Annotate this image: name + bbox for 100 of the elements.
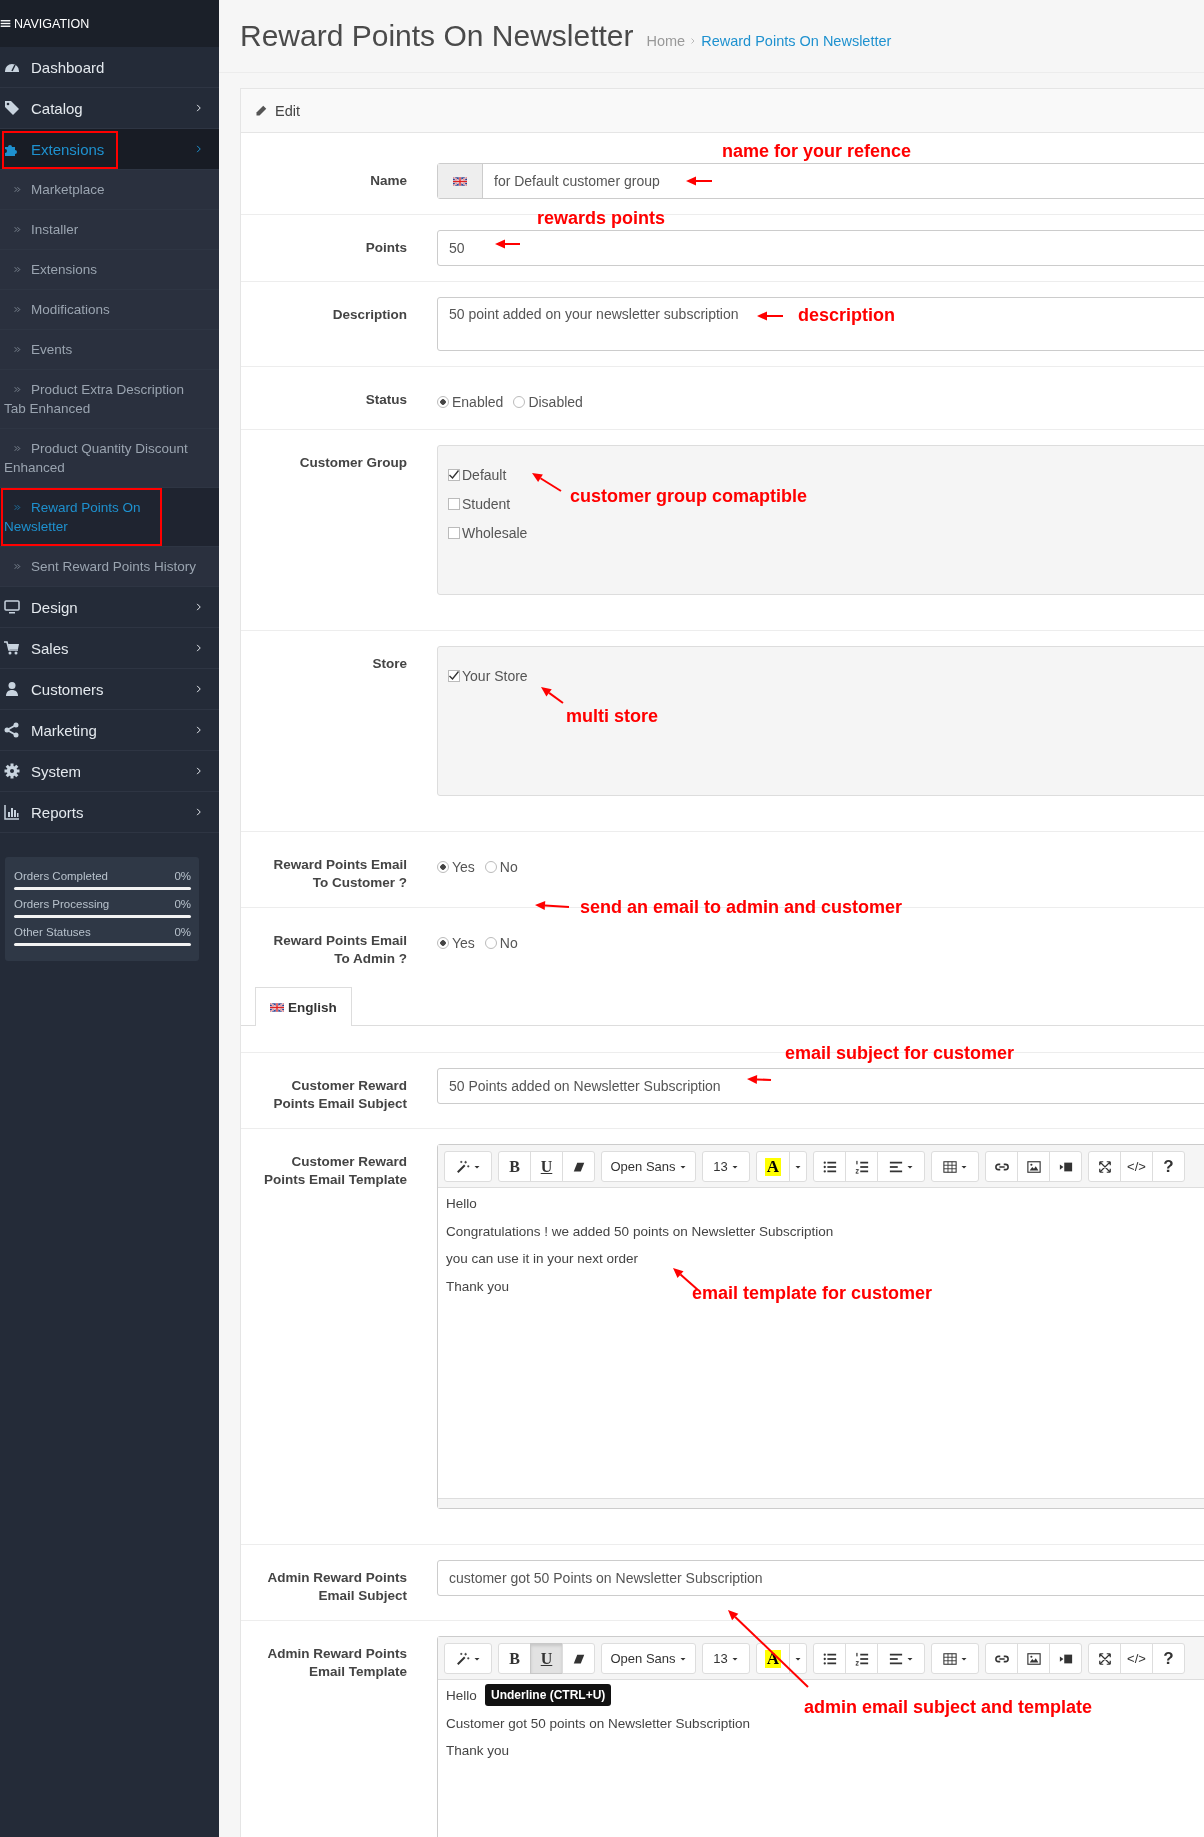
menu-icon <box>0 18 11 29</box>
numbered-list-button[interactable] <box>845 1643 878 1674</box>
language-tab[interactable]: English <box>255 987 352 1026</box>
cart-icon <box>4 640 20 656</box>
bulleted-list-button[interactable] <box>813 1151 846 1182</box>
color-dropdown[interactable] <box>789 1151 807 1182</box>
fullscreen-button[interactable] <box>1088 1151 1121 1182</box>
help-button[interactable]: ? <box>1152 1151 1185 1182</box>
checkbox[interactable] <box>448 468 460 481</box>
align-button[interactable] <box>877 1643 925 1674</box>
chevron-icon <box>194 766 204 776</box>
font-dropdown[interactable]: Open Sans <box>601 1151 696 1182</box>
field-label: Customer Group <box>298 454 407 472</box>
annotation-text: name for your refence <box>722 140 912 162</box>
stat-label: Orders Completed <box>14 870 108 882</box>
numbered-list-icon <box>854 1651 869 1666</box>
pencil-icon <box>255 104 267 117</box>
radio-button[interactable] <box>513 396 526 408</box>
font-dropdown[interactable]: Open Sans <box>601 1643 696 1674</box>
radio-button[interactable] <box>484 937 497 949</box>
stat-value: 0% <box>174 898 191 910</box>
picture-icon <box>1026 1651 1041 1666</box>
field-label: Admin Reward Points Email Template <box>266 1645 407 1681</box>
menu-item[interactable]: Marketing <box>0 710 219 751</box>
annotation-text: admin email subject and template <box>804 1696 1093 1718</box>
submenu-item[interactable]: Sent Reward Points History <box>0 547 219 587</box>
style-button[interactable] <box>444 1643 492 1674</box>
table-button[interactable] <box>931 1643 979 1674</box>
link-button[interactable] <box>985 1643 1018 1674</box>
checkbox[interactable] <box>448 526 460 539</box>
menu-item[interactable]: Reports <box>0 792 219 833</box>
menu-item[interactable]: Dashboard <box>0 47 219 88</box>
size-dropdown[interactable]: 13 <box>702 1151 750 1182</box>
annotation-text: rewards points <box>537 207 666 229</box>
bar-chart-icon <box>4 804 20 820</box>
text-field[interactable]: 50 <box>438 231 1204 265</box>
code-view-button[interactable]: </> <box>1120 1151 1153 1182</box>
link-button[interactable] <box>985 1151 1018 1182</box>
annotation-text: multi store <box>566 705 658 727</box>
table-button[interactable] <box>931 1151 979 1182</box>
field-label: Name <box>369 172 407 190</box>
radio-button[interactable] <box>437 396 449 408</box>
checkbox[interactable] <box>448 497 460 510</box>
text-field[interactable]: 50 Points added on Newsletter Subscription <box>438 1069 1204 1103</box>
checkbox-label: Default <box>462 466 507 483</box>
chevron-icon <box>194 684 204 694</box>
resize-handle[interactable] <box>438 1498 1204 1508</box>
menu-item[interactable]: Sales <box>0 628 219 669</box>
size-dropdown[interactable]: 13 <box>702 1643 750 1674</box>
radio-button[interactable] <box>437 861 449 873</box>
field-label: Description <box>331 306 407 324</box>
flag-icon <box>270 1002 284 1012</box>
submenu-item[interactable]: Events <box>0 330 219 370</box>
field-label: Reward Points Email To Admin ? <box>272 932 407 968</box>
eraser-button[interactable] <box>562 1151 595 1182</box>
submenu-item[interactable]: Installer <box>0 210 219 250</box>
bold-button[interactable]: B <box>498 1643 531 1674</box>
underline-button[interactable]: U <box>530 1151 563 1182</box>
color-button[interactable]: A <box>756 1151 790 1182</box>
double-chevron-icon <box>13 265 22 274</box>
stat-label: Orders Processing <box>14 898 110 910</box>
eraser-button[interactable] <box>562 1643 595 1674</box>
checkbox[interactable] <box>448 669 460 682</box>
menu-item[interactable]: Extensions <box>0 129 219 170</box>
help-button[interactable]: ? <box>1152 1643 1185 1674</box>
submenu-item[interactable]: Extensions <box>0 250 219 290</box>
radio-button[interactable] <box>437 937 449 949</box>
field-label: Store <box>371 655 407 673</box>
expand-icon <box>1097 1159 1112 1174</box>
menu-item[interactable]: Design <box>0 587 219 628</box>
video-button[interactable] <box>1049 1151 1082 1182</box>
submenu-item[interactable]: Reward Points On Newsletter <box>0 488 219 547</box>
picture-button[interactable] <box>1017 1151 1050 1182</box>
menu-item[interactable]: System <box>0 751 219 792</box>
submenu-item[interactable]: Modifications <box>0 290 219 330</box>
submenu-item[interactable]: Marketplace <box>0 170 219 210</box>
numbered-list-button[interactable] <box>845 1151 878 1182</box>
align-button[interactable] <box>877 1151 925 1182</box>
radio-label: Disabled <box>528 394 583 410</box>
code-view-button[interactable]: </> <box>1120 1643 1153 1674</box>
underline-button[interactable]: U <box>530 1643 563 1674</box>
video-button[interactable] <box>1049 1643 1082 1674</box>
fullscreen-button[interactable] <box>1088 1643 1121 1674</box>
navigation-title: NAVIGATION <box>14 16 90 31</box>
field-label: Status <box>364 391 407 409</box>
bold-button[interactable]: B <box>498 1151 531 1182</box>
chevron-icon <box>194 807 204 817</box>
radio-label: Yes <box>452 935 475 951</box>
radio-button[interactable] <box>484 861 497 873</box>
stat-label: Other Statuses <box>14 926 91 938</box>
bulleted-list-button[interactable] <box>813 1643 846 1674</box>
menu-item[interactable]: Customers <box>0 669 219 710</box>
style-button[interactable] <box>444 1151 492 1182</box>
picture-button[interactable] <box>1017 1643 1050 1674</box>
color-dropdown[interactable] <box>789 1643 807 1674</box>
editor-text: Congratulations ! we added 50 points on Newsletter Subscription <box>446 1222 834 1241</box>
color-button[interactable]: A <box>756 1643 790 1674</box>
align-left-icon <box>888 1651 903 1666</box>
text-field[interactable]: customer got 50 Points on Newsletter Subscription <box>438 1561 1204 1595</box>
submenu-item[interactable]: Product Extra Description Tab Enhanced <box>0 370 219 429</box>
